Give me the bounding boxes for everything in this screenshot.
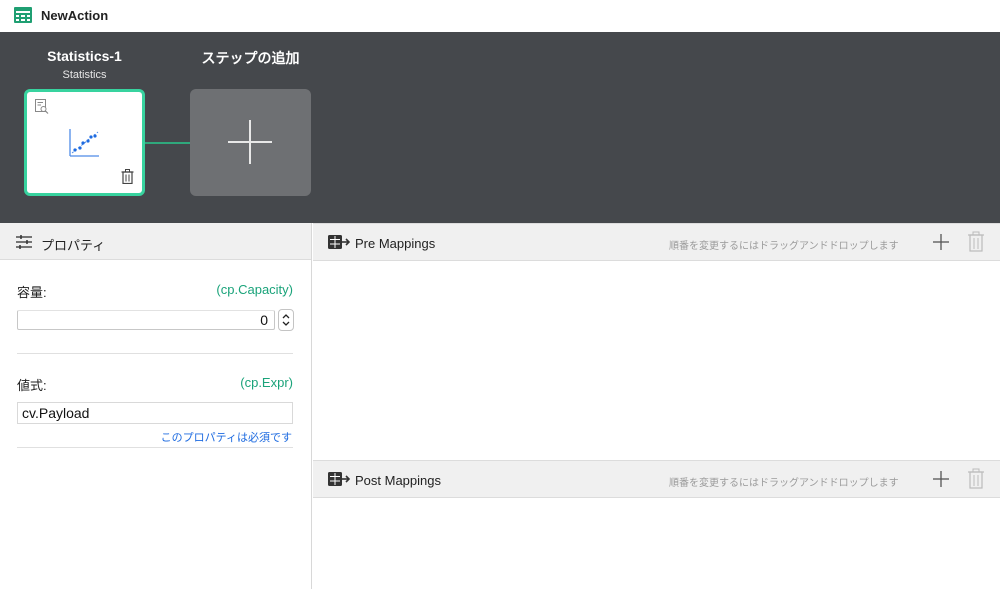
capacity-input[interactable]: 0 [17, 310, 275, 330]
field-divider [17, 447, 293, 448]
required-hint: このプロパティは必須です [160, 432, 292, 444]
post-mappings-hint: 順番を変更するにはドラッグアンドドロップします [669, 478, 899, 489]
window-title: NewAction [41, 8, 109, 23]
properties-title: プロパティ [41, 238, 106, 253]
capacity-stepper[interactable] [278, 309, 294, 331]
step-card-statistics[interactable] [24, 89, 145, 196]
capacity-variable: (cp.Capacity) [216, 282, 293, 297]
delete-step-icon[interactable] [121, 169, 134, 184]
add-step-label: ステップの追加 [201, 50, 300, 66]
app-icon [14, 7, 32, 23]
pre-mappings-panel: Pre Mappings 順番を変更するにはドラッグアンドドロップします [313, 223, 1000, 460]
mapping-icon [328, 235, 350, 249]
step-subtitle: Statistics [62, 69, 107, 81]
statistics-chart-icon [69, 129, 99, 157]
trash-icon[interactable] [967, 468, 985, 490]
properties-header: プロパティ [0, 223, 311, 260]
expr-variable: (cp.Expr) [240, 375, 293, 390]
step-connector [145, 142, 190, 144]
expr-input[interactable]: cv.Payload [17, 402, 293, 424]
post-mappings-title: Post Mappings [355, 473, 441, 488]
mapping-icon [328, 472, 350, 486]
post-mappings-panel: Post Mappings 順番を変更するにはドラッグアンドドロップします [313, 460, 1000, 589]
sliders-icon [16, 235, 32, 249]
title-bar: NewAction [0, 0, 1000, 32]
add-step-button[interactable] [190, 89, 311, 196]
step-title: Statistics-1 [47, 48, 122, 64]
add-mapping-icon[interactable] [931, 232, 951, 252]
post-mappings-header: Post Mappings 順番を変更するにはドラッグアンドドロップします [313, 460, 1000, 498]
pre-mappings-title: Pre Mappings [355, 236, 436, 251]
pre-mappings-header: Pre Mappings 順番を変更するにはドラッグアンドドロップします [313, 223, 1000, 261]
step-canvas: Statistics-1 Statistics ステップの追加 [0, 32, 1000, 223]
stepper-arrows-icon [282, 314, 290, 326]
field-divider [17, 353, 293, 354]
capacity-label: 容量: [17, 285, 47, 300]
add-mapping-icon[interactable] [931, 469, 951, 489]
trash-icon[interactable] [967, 231, 985, 253]
properties-panel: プロパティ 容量: (cp.Capacity) 0 値式: (cp.Expr) … [0, 223, 312, 589]
inspect-icon[interactable] [35, 99, 49, 114]
expr-label: 値式: [17, 378, 47, 393]
pre-mappings-hint: 順番を変更するにはドラッグアンドドロップします [669, 241, 899, 252]
